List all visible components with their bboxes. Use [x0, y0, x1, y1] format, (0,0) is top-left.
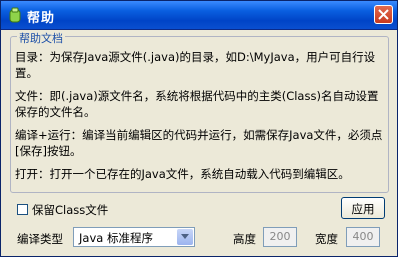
height-label: 高度	[233, 232, 256, 246]
window-title: 帮助	[27, 11, 56, 26]
title-bar[interactable]: 帮助	[1, 1, 397, 30]
save-class-checkbox[interactable]	[17, 204, 28, 215]
apply-button[interactable]: 应用	[341, 197, 385, 219]
height-input[interactable]: 200	[263, 227, 297, 247]
app-logo-icon	[8, 7, 22, 23]
chevron-down-icon[interactable]	[177, 229, 193, 245]
help-paragraph-directory: 目录：为保存Java源文件(.java)的目录，如D:\MyJava，用户可自行…	[15, 50, 376, 80]
options-row: 保留Class文件 应用	[1, 197, 397, 225]
help-dialog: 帮助 帮助文档 目录：为保存Java源文件(.java)的目录，如D:\MyJa…	[0, 0, 398, 257]
save-class-label[interactable]: 保留Class文件	[32, 202, 108, 218]
compile-type-value: Java 标准程序	[79, 231, 153, 245]
help-legend: 帮助文档	[17, 30, 65, 46]
help-text-area: 目录：为保存Java源文件(.java)的目录，如D:\MyJava，用户可自行…	[15, 49, 387, 189]
width-label: 宽度	[315, 232, 338, 246]
close-button[interactable]	[374, 5, 393, 24]
close-icon	[378, 9, 389, 20]
help-paragraph-compile-run: 编译+运行：编译当前编辑区的代码并运行，如需保存Java文件，必须点[保存]按钮…	[15, 128, 383, 158]
compile-type-label: 编译类型	[17, 232, 63, 246]
compile-type-select[interactable]: Java 标准程序	[73, 227, 195, 247]
help-paragraph-file: 文件：即(.java)源文件名，系统将根据代码中的主类(Class)名自动设置保…	[15, 89, 379, 119]
help-paragraph-open: 打开：打开一个已存在的Java文件，系统自动载入代码到编辑区。	[15, 167, 350, 181]
width-input[interactable]: 400	[346, 227, 380, 247]
compile-row: 编译类型 Java 标准程序 高度 200 宽度 400	[1, 227, 397, 251]
